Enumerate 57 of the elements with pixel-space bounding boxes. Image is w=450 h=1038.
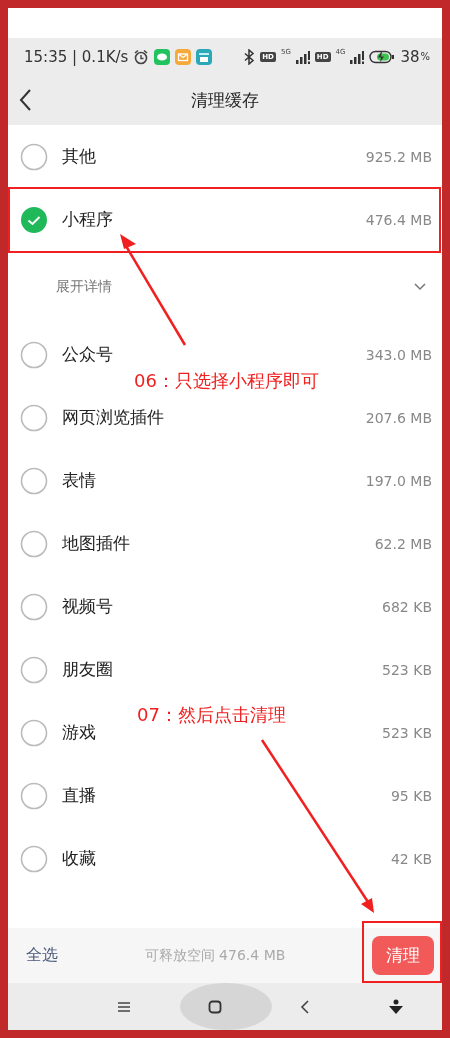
item-size: 62.2 MB (374, 535, 432, 552)
expand-details-link[interactable]: 展开详情 (56, 278, 414, 296)
item-label: 收藏 (62, 847, 97, 870)
freeable-space-text: 可释放空间 476.4 MB (143, 946, 287, 965)
checkbox[interactable] (20, 403, 48, 432)
item-label: 公众号 (62, 343, 114, 366)
checkbox[interactable] (20, 655, 48, 684)
item-label: 小程序 (62, 208, 114, 231)
download-icon[interactable] (387, 998, 404, 1015)
chat-app-icon (154, 48, 171, 65)
checkbox[interactable] (20, 340, 48, 369)
checkbox[interactable] (20, 529, 48, 558)
app-icon (196, 48, 213, 65)
checkbox[interactable] (20, 142, 48, 171)
checkbox[interactable] (20, 466, 48, 495)
item-size: 682 KB (382, 598, 432, 615)
item-label: 视频号 (62, 595, 114, 618)
item-size: 42 KB (390, 850, 432, 867)
chevron-down-icon[interactable] (414, 283, 426, 291)
battery-charging-icon (369, 49, 396, 64)
checkbox[interactable] (20, 781, 48, 810)
item-size: 476.4 MB (365, 211, 432, 228)
item-size: 523 KB (382, 724, 432, 741)
menu-icon[interactable] (116, 999, 131, 1014)
bluetooth-icon (243, 48, 256, 65)
item-label: 地图插件 (62, 532, 131, 555)
battery-unit: % (420, 51, 430, 62)
alarm-clock-icon (133, 48, 150, 65)
checkbox[interactable] (20, 205, 48, 234)
annotation-text: 06：只选择小程序即可 (134, 369, 319, 393)
signal-icon (350, 49, 365, 64)
item-size: 197.0 MB (365, 472, 432, 489)
back-icon[interactable] (18, 88, 32, 112)
item-label: 朋友圈 (62, 658, 114, 681)
item-label: 网页浏览插件 (62, 406, 165, 429)
item-size: 523 KB (382, 661, 432, 678)
battery-level: 38 (400, 47, 420, 66)
status-time: 15:35 | 0.1K/s (24, 47, 129, 66)
item-size: 925.2 MB (365, 148, 432, 165)
page-title: 清理缓存 (191, 88, 259, 112)
mail-app-icon (175, 48, 192, 65)
home-icon[interactable] (207, 999, 222, 1014)
item-label: 表情 (62, 469, 97, 492)
back-icon[interactable] (298, 999, 311, 1014)
checkbox[interactable] (20, 592, 48, 621)
item-label: 直播 (62, 784, 97, 807)
item-size: 207.6 MB (365, 409, 432, 426)
signal-icon (295, 49, 310, 64)
checkbox[interactable] (20, 844, 48, 873)
select-all-button[interactable]: 全选 (26, 945, 58, 966)
checkbox[interactable] (20, 718, 48, 747)
annotation-text: 07：然后点击清理 (137, 703, 286, 727)
item-size: 343.0 MB (365, 346, 432, 363)
item-label: 游戏 (62, 721, 97, 744)
item-size: 95 KB (390, 787, 432, 804)
item-label: 其他 (62, 145, 97, 168)
clean-button[interactable]: 清理 (372, 936, 434, 975)
